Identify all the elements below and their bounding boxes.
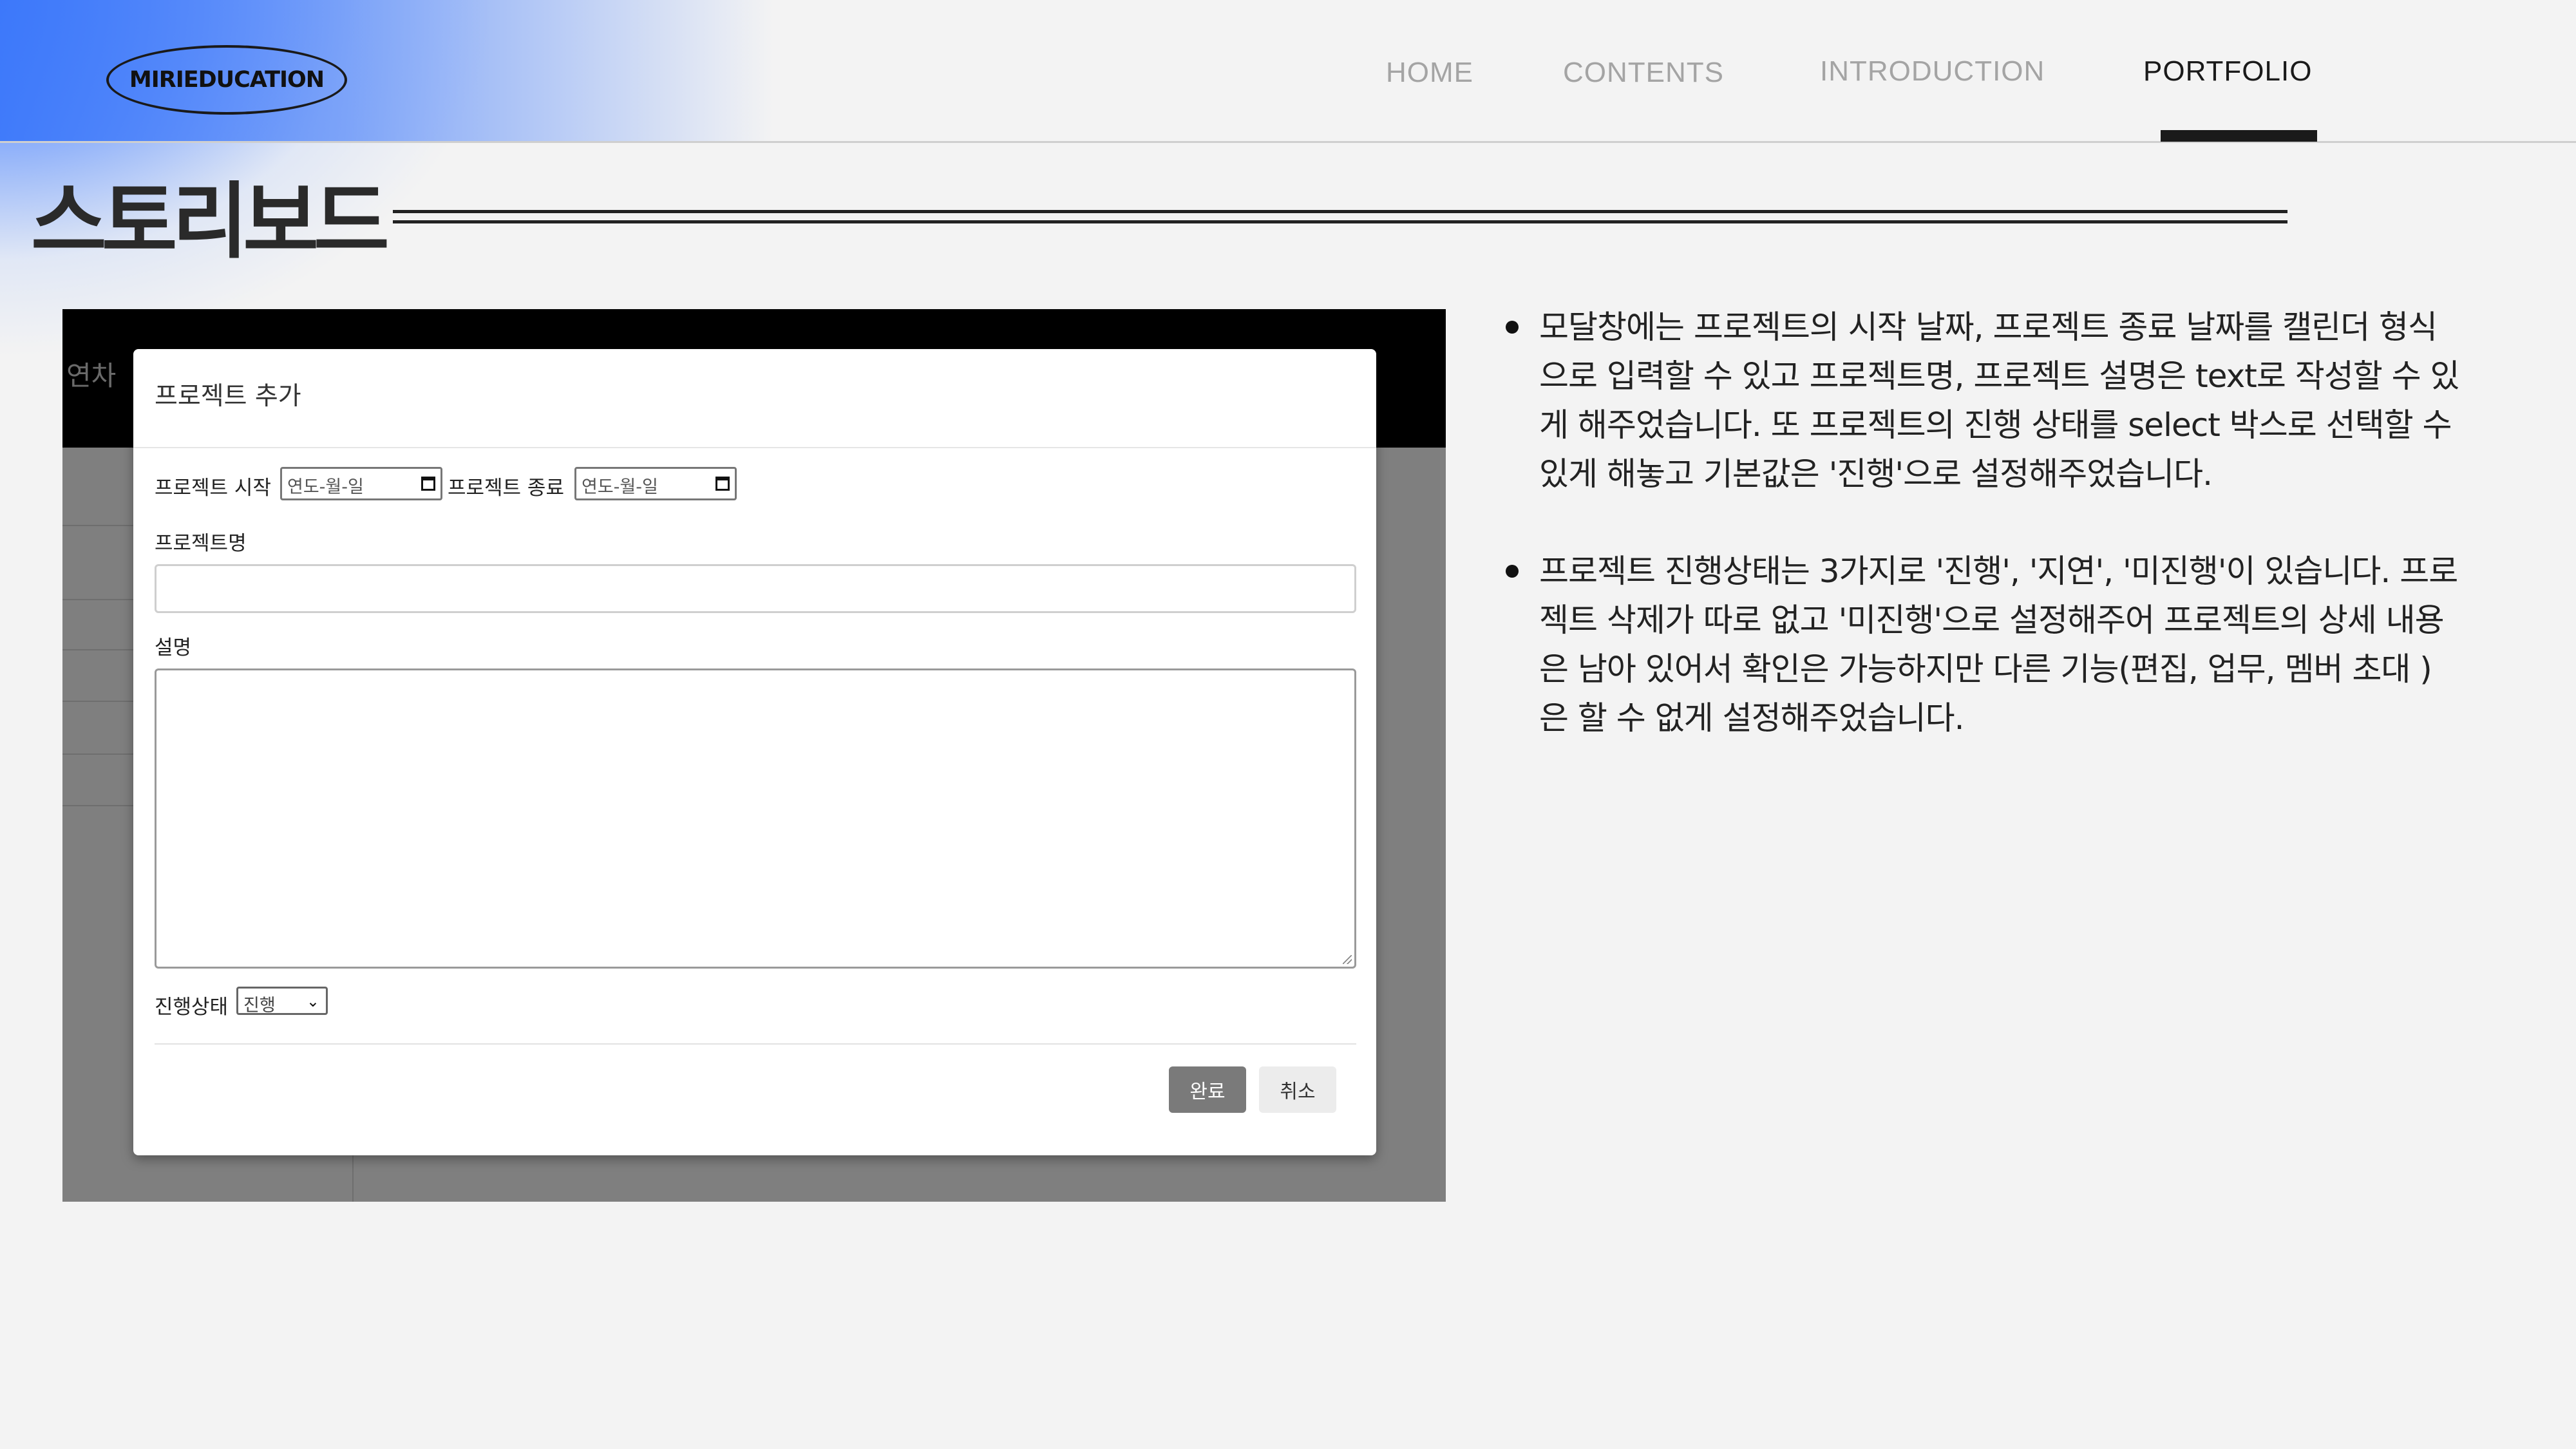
bullet-icon xyxy=(1506,321,1519,334)
title-rule-bottom xyxy=(393,220,2287,223)
cancel-button[interactable]: 취소 xyxy=(1259,1066,1336,1113)
modal-header-divider xyxy=(133,447,1376,448)
page-title: 스토리보드 xyxy=(31,174,390,270)
description-list: 모달창에는 프로젝트의 시작 날짜, 프로젝트 종료 날짜를 캘린더 형식으로 … xyxy=(1501,303,2460,791)
nav-active-indicator xyxy=(2161,130,2317,142)
status-select-value: 진행 xyxy=(243,996,276,1016)
project-name-label: 프로젝트명 xyxy=(155,532,247,555)
start-date-input[interactable]: 연도-월-일 xyxy=(280,467,442,500)
chevron-down-icon: ⌄ xyxy=(306,992,319,1010)
list-item: 프로젝트 진행상태는 3가지로 '진행', '지연', '미진행'이 있습니다.… xyxy=(1501,547,2460,743)
list-item-text: 모달창에는 프로젝트의 시작 날짜, 프로젝트 종료 날짜를 캘린더 형식으로 … xyxy=(1539,308,2460,493)
modal-footer-divider xyxy=(155,1043,1356,1045)
end-date-input[interactable]: 연도-월-일 xyxy=(574,467,737,500)
list-item-text: 프로젝트 진행상태는 3가지로 '진행', '지연', '미진행'이 있습니다.… xyxy=(1539,553,2458,737)
complete-button[interactable]: 완료 xyxy=(1169,1066,1246,1113)
project-name-input[interactable] xyxy=(155,564,1356,613)
list-item: 모달창에는 프로젝트의 시작 날짜, 프로젝트 종료 날짜를 캘린더 형식으로 … xyxy=(1501,303,2460,498)
bullet-icon xyxy=(1506,565,1519,578)
description-textarea[interactable] xyxy=(155,668,1356,969)
title-rule-top xyxy=(393,210,2287,213)
start-date-placeholder: 연도-월-일 xyxy=(287,477,364,497)
end-date-placeholder: 연도-월-일 xyxy=(582,477,658,497)
resize-grip-icon[interactable] xyxy=(1343,955,1352,964)
modal-title: 프로젝트 추가 xyxy=(155,382,301,411)
nav-home[interactable]: HOME xyxy=(1386,57,1473,89)
nav-contents[interactable]: CONTENTS xyxy=(1563,57,1724,89)
calendar-icon[interactable] xyxy=(715,477,730,491)
end-date-label: 프로젝트 종료 xyxy=(448,477,564,500)
logo[interactable]: MIRIEDUCATION xyxy=(106,45,347,115)
nav-portfolio[interactable]: PORTFOLIO xyxy=(2143,55,2312,88)
background-label: 연차 xyxy=(66,360,117,392)
calendar-icon[interactable] xyxy=(421,477,435,491)
project-add-modal: 프로젝트 추가 프로젝트 시작 연도-월-일 프로젝트 종료 연도-월-일 프로… xyxy=(133,349,1376,1155)
description-label: 설명 xyxy=(155,636,192,659)
status-label: 진행상태 xyxy=(155,996,229,1019)
storyboard-screenshot: 연차 프로젝트 추가 프로젝트 시작 연도-월-일 프로젝트 종료 연도-월-일… xyxy=(62,309,1446,1202)
status-select[interactable]: 진행 ⌄ xyxy=(236,987,328,1016)
start-date-label: 프로젝트 시작 xyxy=(155,477,271,500)
nav-introduction[interactable]: INTRODUCTION xyxy=(1820,55,2045,88)
